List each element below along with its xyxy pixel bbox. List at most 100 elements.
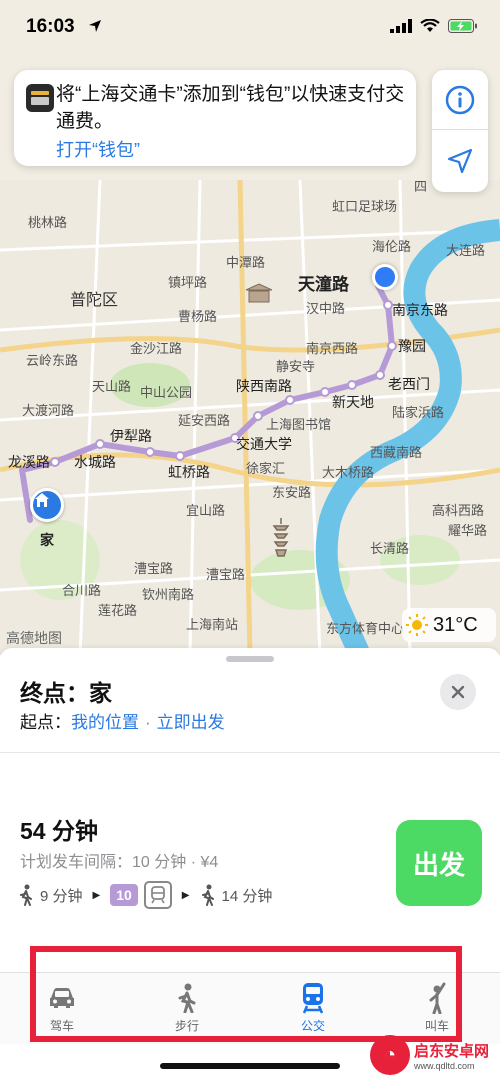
map-label-dongan: 东安路 (272, 486, 312, 501)
map-label-hechuan: 合川路 (62, 584, 102, 599)
sheet-divider (0, 752, 500, 753)
close-icon (451, 685, 465, 699)
map-label-daliang: 大连路 (446, 244, 486, 259)
map-label-yaohua: 耀华路 (448, 524, 488, 539)
map-label-tongtan: 天潼路 (298, 275, 349, 295)
destination-title: 终点：家 (20, 674, 112, 708)
map-label-caoyang: 曹杨路 (178, 310, 218, 325)
landmark-icon (245, 283, 273, 303)
destination-prefix: 终点： (20, 680, 89, 706)
map-label-hongqiao: 虹桥路 (168, 465, 210, 481)
wallet-icon (26, 84, 54, 112)
map-label-yunling: 云岭东路 (26, 354, 79, 369)
map-label-shaanxi-south: 陕西南路 (236, 379, 292, 395)
origin-prefix: 起点： (20, 713, 71, 732)
train-icon (302, 983, 324, 1014)
map-label-shanghai-library: 上海图书馆 (266, 418, 332, 433)
pagoda-icon (272, 518, 290, 557)
walk-icon (178, 983, 196, 1013)
map-label-jiaotong-univ: 交通大学 (236, 437, 292, 453)
map-label-xujiahui: 徐家汇 (246, 462, 286, 477)
map-label-hongkou: 虹口足球场 (332, 200, 398, 215)
map-label-jinshajiang: 金沙江路 (130, 342, 183, 357)
route-steps: 9 分钟 ▶ 10 ▶ 14 分钟 (18, 880, 272, 910)
metro-line-badge: 10 (110, 884, 138, 906)
status-time: 16:03 (26, 16, 75, 37)
depart-time-link[interactable]: 立即出发 (157, 713, 225, 732)
origin-link[interactable]: 我的位置 (71, 713, 139, 732)
status-icons (390, 19, 478, 33)
wifi-icon (420, 19, 440, 32)
weather-temperature: 31°C (433, 613, 478, 636)
map-label-dongfang-sports: 东方体育中心 (326, 622, 405, 637)
step-arrow-icon: ▶ (92, 889, 101, 901)
map-label-changqing: 长清路 (370, 542, 410, 557)
go-button[interactable]: 出发 (396, 820, 482, 906)
navigation-arrow-icon (447, 148, 473, 174)
info-button[interactable] (432, 70, 488, 130)
map-label-yili: 伊犁路 (110, 429, 152, 445)
map-label-caobao: 漕宝路 (134, 562, 174, 577)
map-label-zhongshan-park: 中山公园 (140, 386, 193, 401)
map-label-shanghai-south: 上海南站 (186, 618, 239, 633)
home-indicator[interactable] (160, 1063, 340, 1069)
wallet-banner[interactable]: 将“上海交通卡”添加到“钱包”以快速支付交通费。 打开“钱包” (14, 70, 416, 166)
map-label-xintiandi: 新天地 (332, 395, 374, 411)
home-marker-label: 家 (40, 533, 54, 549)
watermark-title: 启东安卓网 (414, 1042, 490, 1060)
map-label-xizang-south: 西藏南路 (370, 446, 423, 461)
info-icon (445, 85, 475, 114)
map-controls (432, 70, 488, 192)
map-label-putuo: 普陀区 (70, 290, 119, 309)
watermark: ◔ 启东安卓网 www.qdltd.com (370, 1030, 496, 1080)
metro-icon (143, 881, 172, 909)
tab-walk[interactable]: 步行 (152, 981, 222, 1041)
walk-icon (201, 884, 214, 906)
map-label-lujiabang: 陆家浜路 (392, 406, 445, 421)
step-arrow-icon: ▶ (181, 889, 190, 901)
sun-icon (406, 614, 428, 636)
watermark-logo: ◔ (370, 1035, 410, 1075)
weather-widget: 31°C (402, 608, 496, 642)
walk-time-1: 9 分钟 (40, 887, 83, 905)
route-duration: 54 分钟 (20, 818, 98, 844)
map-label-yanan-west: 延安西路 (178, 414, 231, 429)
destination-name: 家 (89, 680, 112, 706)
tab-walk-label: 步行 (174, 1019, 199, 1033)
home-marker[interactable] (30, 488, 64, 522)
map-label-damuqiao: 大木桥路 (322, 466, 375, 481)
route-subtitle: 计划发车间隔：10 分钟 · ¥4 (20, 854, 219, 871)
locate-button[interactable] (432, 131, 488, 191)
map-label-hailun: 海伦路 (372, 240, 412, 255)
sheet-grabber[interactable] (226, 656, 274, 662)
map-label-hanzhong: 汉中路 (306, 302, 346, 317)
walk-icon (20, 884, 32, 906)
map-label-nanjing-east: 南京东路 (392, 303, 448, 319)
location-arrow-icon (89, 20, 101, 32)
wallet-banner-text: 将“上海交通卡”添加到“钱包”以快速支付交通费。 (56, 84, 405, 132)
map-label-nanjing-west: 南京西路 (306, 342, 359, 357)
walk-time-2: 14 分钟 (221, 887, 273, 905)
tab-drive[interactable]: 驾车 (27, 981, 97, 1041)
current-location-marker[interactable] (372, 264, 398, 290)
map-attribution: 高德地图 (6, 630, 62, 646)
map-label-shuicheng: 水城路 (74, 455, 116, 471)
tab-transit[interactable]: 公交 (278, 981, 348, 1041)
close-button[interactable] (440, 674, 476, 710)
house-icon (35, 493, 49, 507)
origin-line: 起点：我的位置 · 立即出发 (20, 708, 225, 733)
hail-icon (429, 982, 446, 1014)
origin-separator: · (145, 713, 151, 732)
map-label-tianshan: 天山路 (92, 380, 132, 395)
map-label-zhenping: 镇坪路 (168, 276, 208, 291)
map-label-laoximen: 老西门 (388, 377, 430, 393)
map-label-qinzhou-south: 钦州南路 (142, 588, 195, 603)
signal-icon (390, 19, 412, 33)
car-icon (50, 988, 74, 1008)
map-label-si: 四 (414, 180, 428, 195)
map-label-caobao-2: 漕宝路 (206, 568, 246, 583)
status-bar: 16:03 (0, 0, 500, 50)
map-label-zhongtan: 中潭路 (226, 256, 266, 271)
battery-charging-icon (448, 19, 477, 33)
open-wallet-link[interactable]: 打开“钱包” (56, 136, 140, 162)
